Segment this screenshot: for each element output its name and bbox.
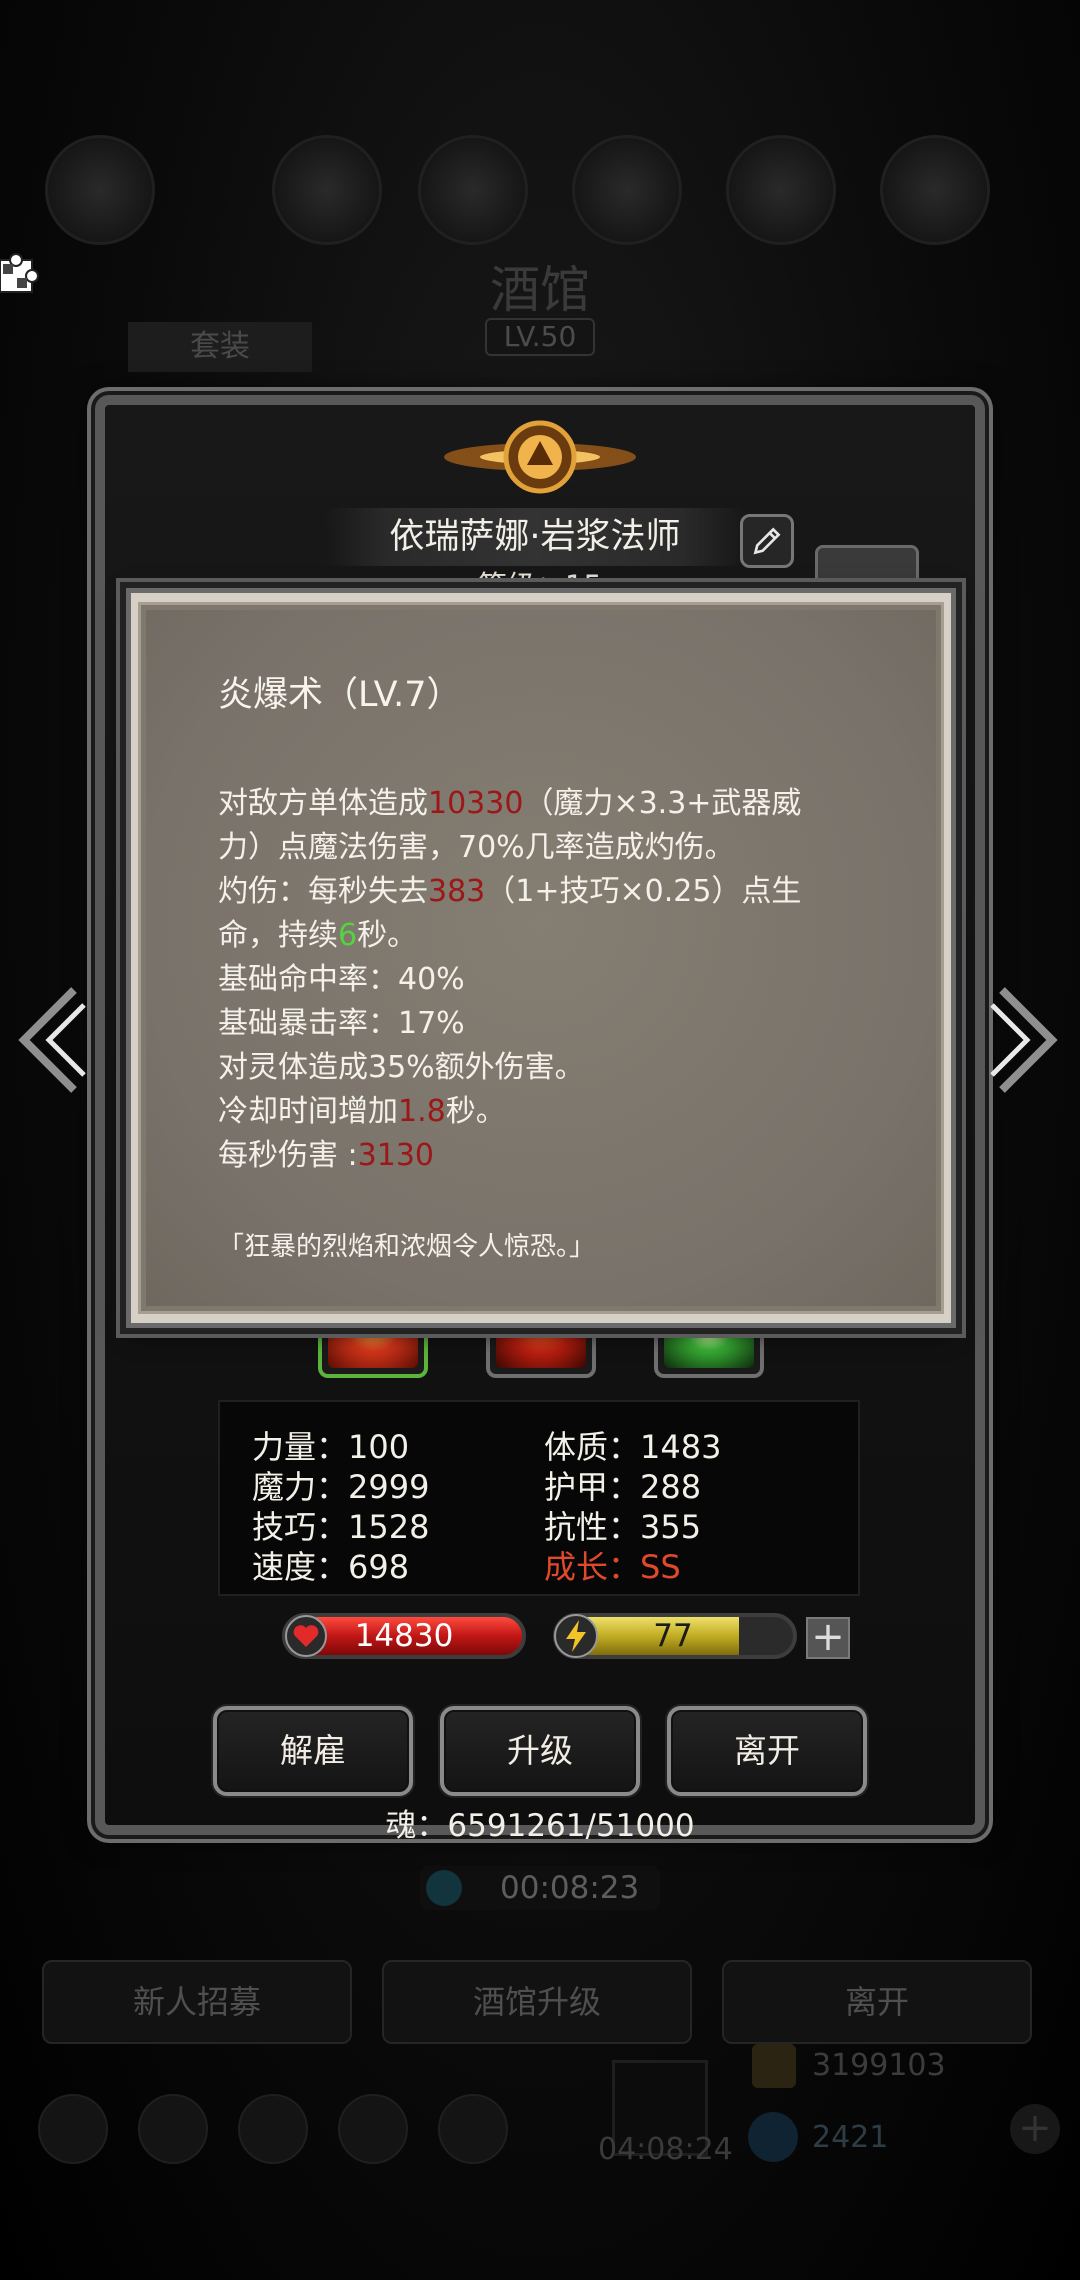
- bg-nav-icon: [338, 2094, 408, 2164]
- desc-text: 命，持续: [218, 918, 338, 953]
- skill-flavor-text: 「狂暴的烈焰和浓烟令人惊恐。」: [218, 1232, 596, 1262]
- next-hero-arrow-icon[interactable]: [988, 985, 1062, 1095]
- desc-text: 秒。: [445, 1094, 506, 1129]
- burn-value: 383: [428, 874, 486, 909]
- cooldown-value: 1.8: [398, 1094, 446, 1129]
- puzzle-icon[interactable]: [0, 250, 42, 296]
- upgrade-button[interactable]: 升级: [440, 1706, 640, 1796]
- add-icon: +: [1010, 2104, 1060, 2154]
- bg-menu-icon-6: [880, 135, 990, 245]
- timer-icon: [426, 1870, 462, 1906]
- skill-desc-line: 灼伤：每秒失去383（1+技巧×0.25）点生: [218, 866, 801, 910]
- gem-amount: 2421: [812, 2120, 889, 2155]
- bg-nav-icon: [138, 2094, 208, 2164]
- bg-menu-icon-1: [45, 135, 155, 245]
- dps-value: 3130: [357, 1138, 435, 1173]
- edit-name-icon[interactable]: [740, 514, 794, 568]
- leave-button[interactable]: 离开: [667, 1706, 867, 1796]
- stat-speed: 速度：698: [252, 1548, 410, 1586]
- bg-nav-icon: [38, 2094, 108, 2164]
- set-tab: 套装: [128, 322, 312, 372]
- damage-value: 10330: [428, 786, 524, 821]
- previous-hero-arrow-icon[interactable]: [14, 985, 88, 1095]
- skill-desc-line: 命，持续6秒。: [218, 910, 417, 954]
- add-energy-button[interactable]: +: [806, 1617, 850, 1659]
- soul-requirement: 魂：6591261/51000: [385, 1808, 695, 1844]
- tavern-title: 酒馆: [490, 261, 590, 319]
- bg-timer-text: 00:08:23: [500, 1870, 640, 1906]
- bg-clock: 04:08:24: [598, 2132, 733, 2167]
- bg-menu-icon-4: [572, 135, 682, 245]
- bg-nav-icon: [238, 2094, 308, 2164]
- desc-text: 对敌方单体造成: [218, 786, 428, 821]
- desc-text: 秒。: [357, 918, 418, 953]
- bg-menu-icon-5: [726, 135, 836, 245]
- desc-text: （魔力×3.3+武器威: [523, 786, 802, 821]
- skill-desc-line: 对敌方单体造成10330（魔力×3.3+武器威: [218, 778, 801, 822]
- skill-title: 炎爆术（LV.7）: [218, 675, 462, 715]
- gem-icon: [748, 2112, 798, 2162]
- tavern-leave-button: 离开: [722, 1960, 1032, 2044]
- tavern-upgrade-button: 酒馆升级: [382, 1960, 692, 2044]
- desc-text: 每秒伤害 :: [218, 1138, 358, 1173]
- gold-amount: 3199103: [812, 2048, 946, 2083]
- skill-desc-line: 每秒伤害 :3130: [218, 1130, 434, 1174]
- dismiss-button[interactable]: 解雇: [213, 1706, 413, 1796]
- bg-timer: 00:08:23: [420, 1866, 660, 1910]
- stat-growth: 成长：SS: [544, 1548, 681, 1586]
- desc-text: （1+技巧×0.25）点生: [485, 874, 802, 909]
- tavern-level: LV.50: [485, 318, 595, 356]
- bg-nav-icon: [438, 2094, 508, 2164]
- desc-text: 灼伤：每秒失去: [218, 874, 428, 909]
- emblem-icon: [444, 420, 636, 494]
- gold-icon: [752, 2044, 796, 2088]
- hp-value: 14830: [354, 1618, 454, 1654]
- energy-value: 77: [653, 1618, 693, 1654]
- skill-desc-line: 对灵体造成35%额外伤害。: [218, 1050, 585, 1085]
- skill-desc-line: 基础暴击率：17%: [218, 1006, 465, 1041]
- hero-name-banner: 依瑞萨娜·岩浆法师: [325, 508, 745, 566]
- recruit-button: 新人招募: [42, 1960, 352, 2044]
- skill-desc-line: 冷却时间增加1.8秒。: [218, 1086, 506, 1130]
- hero-name: 依瑞萨娜·岩浆法师: [389, 517, 681, 557]
- duration-value: 6: [338, 918, 358, 953]
- bg-menu-icon-2: [272, 135, 382, 245]
- bg-menu-icon-3: [418, 135, 528, 245]
- stats-panel: 力量：100 魔力：2999 技巧：1528 速度：698 体质：1483 护甲…: [218, 1400, 860, 1596]
- desc-text: 冷却时间增加: [218, 1094, 398, 1129]
- skill-desc-line: 力）点魔法伤害，70%几率造成灼伤。: [218, 830, 735, 865]
- skill-desc-line: 基础命中率：40%: [218, 962, 465, 997]
